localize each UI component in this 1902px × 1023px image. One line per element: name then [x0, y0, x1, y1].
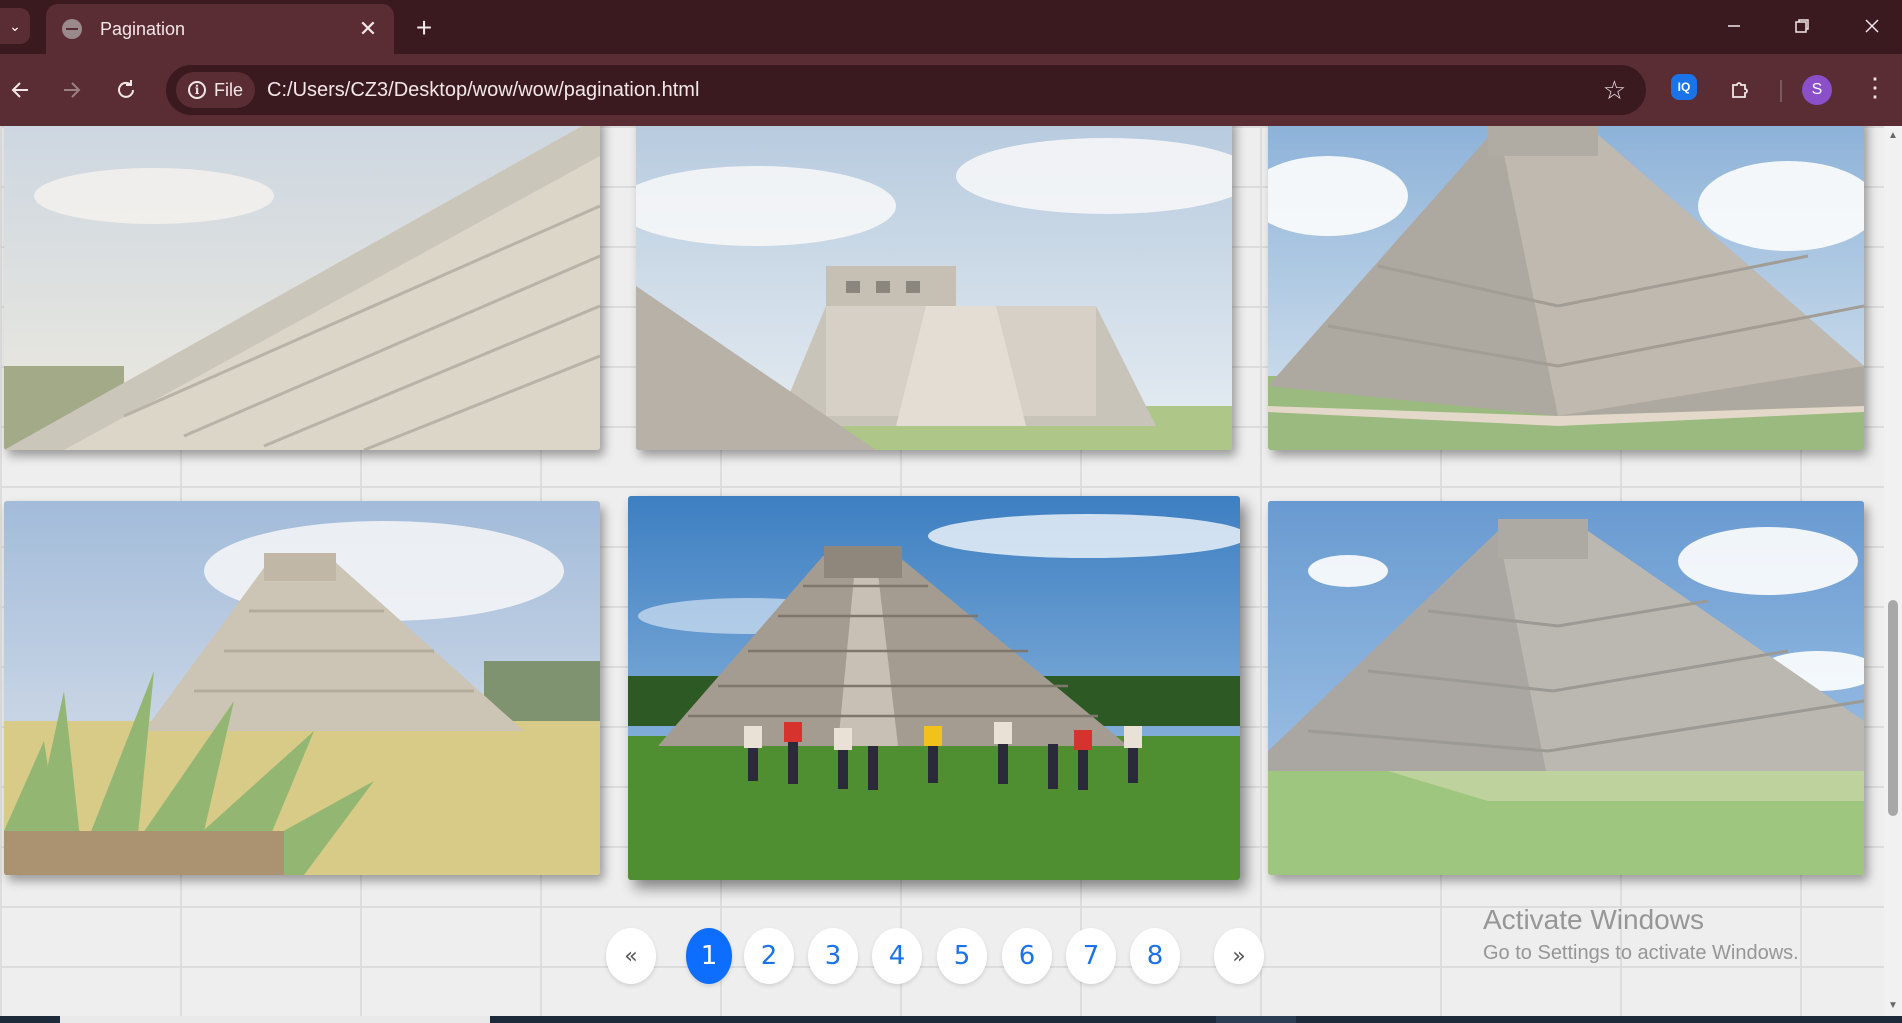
watermark-title: Activate Windows: [1483, 904, 1704, 935]
watermark-subtitle: Go to Settings to activate Windows.: [1483, 942, 1799, 964]
browser-toolbar: i File C:/Users/CZ3/Desktop/wow/wow/pagi…: [0, 54, 1902, 126]
active-tab[interactable]: Pagination ✕: [46, 4, 394, 54]
info-icon: i: [188, 81, 206, 99]
taskbar-item[interactable]: [1216, 1016, 1296, 1023]
back-button[interactable]: [2, 72, 38, 108]
profile-avatar[interactable]: S: [1802, 75, 1832, 105]
vertical-scrollbar[interactable]: ▲ ▼: [1884, 126, 1902, 1016]
page-button-2[interactable]: 2: [744, 928, 794, 984]
page-button-1[interactable]: 1: [686, 928, 732, 984]
site-info-chip[interactable]: i File: [176, 72, 256, 108]
next-page-button[interactable]: »: [1214, 928, 1264, 984]
puzzle-icon[interactable]: [1724, 74, 1756, 106]
forward-arrow-icon: [64, 82, 81, 98]
gallery-image[interactable]: [4, 501, 600, 875]
page-button-5[interactable]: 5: [937, 928, 987, 984]
tab-title: Pagination: [100, 18, 186, 39]
extension-iq-icon[interactable]: IQ: [1671, 74, 1697, 100]
close-icon: [1865, 19, 1879, 33]
activation-watermark: Activate Windows Go to Settings to activ…: [1483, 904, 1799, 965]
page-viewport: « 1 2 3 4 5 6 7 8 » Activate Windows Go …: [0, 126, 1884, 1016]
kebab-menu-icon[interactable]: ⋮: [1862, 72, 1888, 103]
tab-search-button[interactable]: ⌄: [0, 8, 30, 44]
image-overlay: [1268, 501, 1864, 875]
scroll-down-icon[interactable]: ▼: [1887, 1000, 1899, 1012]
image-overlay: [1268, 126, 1864, 450]
restore-button[interactable]: [1782, 10, 1822, 42]
image-overlay: [636, 126, 1232, 450]
toolbar-divider: [1780, 80, 1782, 102]
scroll-thumb[interactable]: [1888, 600, 1898, 816]
image-overlay: [4, 501, 600, 875]
gallery-image-focused[interactable]: [628, 496, 1240, 880]
gallery-image[interactable]: [4, 126, 600, 450]
chevron-down-icon: ⌄: [9, 17, 21, 34]
page-button-7[interactable]: 7: [1066, 928, 1116, 984]
restore-icon: [1795, 19, 1809, 33]
reload-icon: [118, 80, 134, 98]
os-taskbar: [0, 1016, 1902, 1023]
globe-icon: [62, 19, 82, 39]
minimize-button[interactable]: [1714, 10, 1754, 42]
star-icon[interactable]: ☆: [1603, 75, 1626, 106]
reload-button[interactable]: [108, 72, 144, 108]
forward-button[interactable]: [54, 72, 90, 108]
gallery-image[interactable]: [1268, 501, 1864, 875]
taskbar-item[interactable]: [60, 1016, 490, 1023]
page-button-8[interactable]: 8: [1130, 928, 1180, 984]
gallery-image[interactable]: [636, 126, 1232, 450]
pyramid-photo: [628, 496, 1240, 880]
page-button-4[interactable]: 4: [872, 928, 922, 984]
address-bar[interactable]: i File C:/Users/CZ3/Desktop/wow/wow/pagi…: [166, 65, 1646, 115]
close-window-button[interactable]: [1852, 10, 1892, 42]
minimize-icon: [1728, 25, 1740, 27]
previous-page-button[interactable]: «: [606, 928, 656, 984]
site-chip-label: File: [214, 79, 244, 100]
page-button-3[interactable]: 3: [808, 928, 858, 984]
back-arrow-icon: [11, 82, 28, 98]
url-text[interactable]: C:/Users/CZ3/Desktop/wow/wow/pagination.…: [267, 79, 1603, 102]
page-button-6[interactable]: 6: [1002, 928, 1052, 984]
gallery-image[interactable]: [1268, 126, 1864, 450]
new-tab-button[interactable]: +: [408, 12, 440, 44]
scroll-up-icon[interactable]: ▲: [1887, 130, 1899, 142]
extensions-glyph: [1732, 82, 1748, 98]
tab-strip: ⌄ Pagination ✕ +: [0, 0, 1902, 54]
close-tab-icon[interactable]: ✕: [356, 16, 380, 42]
image-overlay: [4, 126, 600, 450]
